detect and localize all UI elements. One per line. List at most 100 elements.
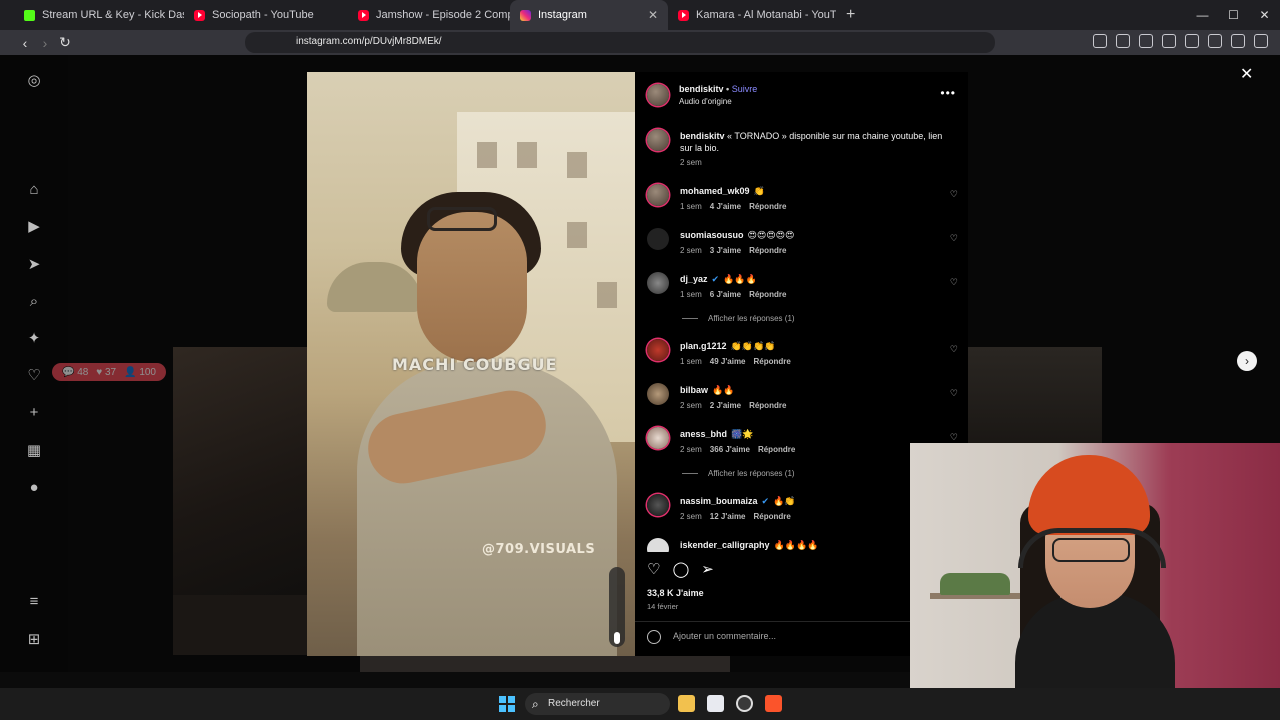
- author-username[interactable]: bendiskitv: [679, 84, 724, 94]
- screenshot-icon[interactable]: [1116, 34, 1130, 48]
- reply-button[interactable]: Répondre: [758, 445, 795, 454]
- comment-likes[interactable]: 366 J'aime: [710, 445, 750, 454]
- comment-time: 1 sem: [680, 357, 702, 366]
- post-video[interactable]: MACHI COUBGUE @709.VISUALS: [307, 72, 635, 656]
- commenter-username[interactable]: plan.g1212: [680, 341, 727, 351]
- dashboard-icon[interactable]: ▦: [26, 443, 42, 459]
- menu-icon[interactable]: [1254, 34, 1268, 48]
- volume-slider-handle[interactable]: [614, 632, 620, 644]
- reply-button[interactable]: Répondre: [749, 290, 786, 299]
- maximize-button[interactable]: ☐: [1218, 0, 1249, 30]
- tab-kick-dashboard[interactable]: Stream URL & Key - Kick Dashboard: [14, 0, 184, 30]
- search-icon[interactable]: ⌕: [26, 294, 42, 310]
- comment-likes[interactable]: 12 J'aime: [710, 512, 746, 521]
- likes-count[interactable]: 33,8 K J'aime: [647, 588, 704, 598]
- taskbar-search[interactable]: Rechercher: [525, 693, 670, 715]
- caption-time: 2 sem: [680, 158, 702, 167]
- more-menu-icon[interactable]: ≡: [26, 594, 42, 610]
- commenter-avatar[interactable]: [647, 228, 669, 250]
- url-field[interactable]: instagram.com/p/DUvjMr8DMEk/: [296, 36, 442, 47]
- commenter-avatar[interactable]: [647, 383, 669, 405]
- reload-icon[interactable]: ↻: [55, 34, 75, 51]
- next-post-button[interactable]: ›: [1237, 351, 1257, 371]
- like-icon[interactable]: ♡: [647, 560, 660, 578]
- messages-icon[interactable]: ➤: [26, 257, 42, 273]
- emoji-icon[interactable]: [647, 630, 661, 644]
- commenter-avatar[interactable]: [647, 339, 669, 361]
- forward-icon[interactable]: ›: [35, 35, 55, 51]
- commenter-avatar[interactable]: [647, 538, 669, 552]
- brave-icon[interactable]: [765, 695, 782, 712]
- file-explorer-icon[interactable]: [678, 695, 695, 712]
- reply-button[interactable]: Répondre: [749, 401, 786, 410]
- reels-icon[interactable]: ▶: [26, 219, 42, 235]
- also-from-meta-icon[interactable]: ⊞: [26, 632, 42, 648]
- follow-button[interactable]: Suivre: [732, 84, 758, 94]
- comment-likes[interactable]: 3 J'aime: [710, 246, 741, 255]
- comment-likes[interactable]: 4 J'aime: [710, 202, 741, 211]
- comment-likes[interactable]: 49 J'aime: [710, 357, 746, 366]
- commenter-username[interactable]: bilbaw: [680, 385, 708, 395]
- commenter-username[interactable]: nassim_boumaiza: [680, 496, 758, 506]
- close-window-button[interactable]: ✕: [1249, 0, 1280, 30]
- tab-instagram[interactable]: Instagram ✕: [510, 0, 668, 30]
- tab-sociopath[interactable]: Sociopath - YouTube: [184, 0, 348, 30]
- commenter-avatar[interactable]: [647, 184, 669, 206]
- leo-icon[interactable]: [1208, 34, 1222, 48]
- reply-button[interactable]: Répondre: [754, 512, 791, 521]
- show-replies-button[interactable]: Afficher les réponses (1): [682, 469, 795, 478]
- like-comment-icon[interactable]: ♡: [950, 277, 958, 288]
- browser-toolbar-icons: [1093, 34, 1268, 48]
- vpn-icon[interactable]: [1231, 34, 1245, 48]
- notifications-icon[interactable]: ♡: [26, 368, 42, 384]
- home-icon[interactable]: ⌂: [26, 182, 42, 198]
- back-icon[interactable]: ‹: [15, 35, 35, 51]
- next-post-preview: [968, 347, 1102, 447]
- commenter-username[interactable]: mohamed_wk09: [680, 186, 750, 196]
- tab-kamara[interactable]: Kamara - Al Motanabi - YouTube: [668, 0, 836, 30]
- commenter-username[interactable]: aness_bhd: [680, 429, 727, 439]
- show-replies-button[interactable]: Afficher les réponses (1): [682, 314, 795, 323]
- commenter-username[interactable]: dj_yaz: [680, 274, 708, 284]
- minimize-button[interactable]: —: [1187, 0, 1218, 30]
- close-icon[interactable]: ✕: [1240, 64, 1253, 84]
- start-button[interactable]: [499, 696, 515, 712]
- create-icon[interactable]: +: [26, 405, 42, 421]
- like-comment-icon[interactable]: ♡: [950, 344, 958, 355]
- like-comment-icon[interactable]: ♡: [950, 432, 958, 443]
- like-comment-icon[interactable]: ♡: [950, 388, 958, 399]
- audio-link[interactable]: Audio d'origine: [679, 97, 732, 106]
- author-avatar[interactable]: [647, 84, 669, 106]
- comment-likes[interactable]: 2 J'aime: [710, 401, 741, 410]
- more-options-icon[interactable]: •••: [940, 86, 956, 100]
- obs-icon[interactable]: [736, 695, 753, 712]
- commenter-avatar[interactable]: [647, 494, 669, 516]
- caption-author-avatar[interactable]: [647, 129, 669, 151]
- like-comment-icon[interactable]: ♡: [950, 189, 958, 200]
- close-tab-icon[interactable]: ✕: [648, 8, 658, 22]
- comment-likes[interactable]: 6 J'aime: [710, 290, 741, 299]
- sidebar-icon[interactable]: [1162, 34, 1176, 48]
- new-tab-button[interactable]: +: [846, 6, 855, 24]
- explore-icon[interactable]: ✦: [26, 331, 42, 347]
- reply-button[interactable]: Répondre: [749, 202, 786, 211]
- share-icon[interactable]: ➢: [701, 560, 714, 578]
- caption-username[interactable]: bendiskitv: [680, 131, 725, 141]
- reply-button[interactable]: Répondre: [749, 246, 786, 255]
- comment-input[interactable]: Ajouter un commentaire...: [673, 631, 776, 641]
- like-comment-icon[interactable]: ♡: [950, 233, 958, 244]
- media-icon[interactable]: [1139, 34, 1153, 48]
- commenter-avatar[interactable]: [647, 427, 669, 449]
- store-icon[interactable]: [707, 695, 724, 712]
- profile-avatar[interactable]: ●: [26, 480, 42, 496]
- reply-button[interactable]: Répondre: [754, 357, 791, 366]
- extensions-icon[interactable]: [1093, 34, 1107, 48]
- wallet-icon[interactable]: [1185, 34, 1199, 48]
- commenter-username[interactable]: suomiasousuo: [680, 230, 744, 240]
- tab-jamshow[interactable]: Jamshow - Episode 2 Complet - YouT: [348, 0, 510, 30]
- commenter-avatar[interactable]: [647, 272, 669, 294]
- comment-icon[interactable]: ◯: [672, 560, 689, 578]
- instagram-logo-icon[interactable]: ◎: [26, 73, 42, 89]
- commenter-username[interactable]: iskender_calligraphy: [680, 540, 770, 550]
- rapper-figure: [327, 192, 617, 656]
